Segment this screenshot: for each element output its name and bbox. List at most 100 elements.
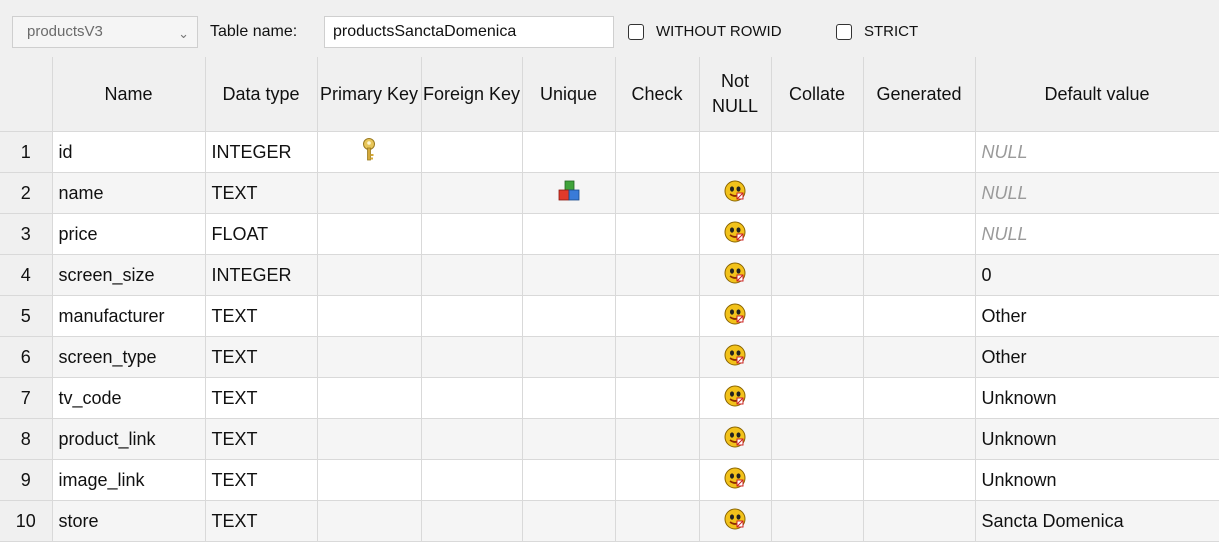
field-name-cell[interactable]: screen_size	[52, 254, 206, 296]
data-type-cell[interactable]: INTEGER	[205, 254, 318, 296]
table-row[interactable]: 7 tv_code TEXT Unknown	[0, 377, 1219, 419]
check-cell[interactable]	[615, 172, 700, 214]
field-name-cell[interactable]: tv_code	[52, 377, 206, 419]
header-name[interactable]: Name	[52, 57, 206, 132]
primary-key-cell[interactable]	[317, 500, 422, 542]
data-type-cell[interactable]: TEXT	[205, 418, 318, 460]
generated-cell[interactable]	[863, 377, 976, 419]
generated-cell[interactable]	[863, 172, 976, 214]
foreign-key-cell[interactable]	[421, 418, 523, 460]
generated-cell[interactable]	[863, 295, 976, 337]
foreign-key-cell[interactable]	[421, 213, 523, 255]
row-number[interactable]: 1	[0, 131, 53, 173]
field-name-cell[interactable]: id	[52, 131, 206, 173]
table-row[interactable]: 8 product_link TEXT Unknown	[0, 418, 1219, 460]
not-null-cell[interactable]	[699, 459, 772, 501]
check-cell[interactable]	[615, 377, 700, 419]
collate-cell[interactable]	[771, 418, 864, 460]
not-null-cell[interactable]	[699, 213, 772, 255]
table-row[interactable]: 4 screen_size INTEGER 0	[0, 254, 1219, 296]
generated-cell[interactable]	[863, 459, 976, 501]
data-type-cell[interactable]: TEXT	[205, 377, 318, 419]
primary-key-cell[interactable]	[317, 295, 422, 337]
default-value-cell[interactable]: Unknown	[975, 459, 1219, 501]
data-type-cell[interactable]: TEXT	[205, 172, 318, 214]
not-null-cell[interactable]	[699, 377, 772, 419]
collate-cell[interactable]	[771, 500, 864, 542]
field-name-cell[interactable]: manufacturer	[52, 295, 206, 337]
unique-cell[interactable]	[522, 500, 616, 542]
data-type-cell[interactable]: TEXT	[205, 459, 318, 501]
not-null-cell[interactable]	[699, 336, 772, 378]
field-name-cell[interactable]: name	[52, 172, 206, 214]
row-number[interactable]: 5	[0, 295, 53, 337]
check-cell[interactable]	[615, 418, 700, 460]
default-value-cell[interactable]: 0	[975, 254, 1219, 296]
strict-checkbox[interactable]	[836, 24, 852, 40]
default-value-cell[interactable]: Other	[975, 295, 1219, 337]
data-type-cell[interactable]: INTEGER	[205, 131, 318, 173]
primary-key-cell[interactable]	[317, 213, 422, 255]
not-null-cell[interactable]	[699, 172, 772, 214]
table-name-input[interactable]	[324, 16, 614, 48]
header-data-type[interactable]: Data type	[205, 57, 318, 132]
check-cell[interactable]	[615, 500, 700, 542]
collate-cell[interactable]	[771, 459, 864, 501]
primary-key-cell[interactable]	[317, 172, 422, 214]
generated-cell[interactable]	[863, 418, 976, 460]
unique-cell[interactable]	[522, 172, 616, 214]
default-value-cell[interactable]: Unknown	[975, 418, 1219, 460]
foreign-key-cell[interactable]	[421, 172, 523, 214]
collate-cell[interactable]	[771, 131, 864, 173]
default-value-cell[interactable]: Unknown	[975, 377, 1219, 419]
field-name-cell[interactable]: screen_type	[52, 336, 206, 378]
unique-cell[interactable]	[522, 336, 616, 378]
row-number[interactable]: 10	[0, 500, 53, 542]
header-foreign-key[interactable]: Foreign Key	[421, 57, 523, 132]
without-rowid-checkbox[interactable]	[628, 24, 644, 40]
generated-cell[interactable]	[863, 131, 976, 173]
table-row[interactable]: 6 screen_type TEXT Other	[0, 336, 1219, 378]
collate-cell[interactable]	[771, 254, 864, 296]
primary-key-cell[interactable]	[317, 377, 422, 419]
header-generated[interactable]: Generated	[863, 57, 976, 132]
check-cell[interactable]	[615, 295, 700, 337]
table-row[interactable]: 2 name TEXT NULL	[0, 172, 1219, 214]
foreign-key-cell[interactable]	[421, 500, 523, 542]
check-cell[interactable]	[615, 459, 700, 501]
foreign-key-cell[interactable]	[421, 377, 523, 419]
generated-cell[interactable]	[863, 500, 976, 542]
check-cell[interactable]	[615, 254, 700, 296]
foreign-key-cell[interactable]	[421, 254, 523, 296]
field-name-cell[interactable]: product_link	[52, 418, 206, 460]
not-null-cell[interactable]	[699, 131, 772, 173]
default-value-cell[interactable]: NULL	[975, 213, 1219, 255]
generated-cell[interactable]	[863, 213, 976, 255]
not-null-cell[interactable]	[699, 254, 772, 296]
check-cell[interactable]	[615, 213, 700, 255]
unique-cell[interactable]	[522, 459, 616, 501]
data-type-cell[interactable]: FLOAT	[205, 213, 318, 255]
header-primary-key[interactable]: Primary Key	[317, 57, 422, 132]
default-value-cell[interactable]: Other	[975, 336, 1219, 378]
not-null-cell[interactable]	[699, 295, 772, 337]
field-name-cell[interactable]: price	[52, 213, 206, 255]
header-unique[interactable]: Unique	[522, 57, 616, 132]
unique-cell[interactable]	[522, 213, 616, 255]
collate-cell[interactable]	[771, 295, 864, 337]
default-value-cell[interactable]: NULL	[975, 131, 1219, 173]
table-row[interactable]: 9 image_link TEXT Unknown	[0, 459, 1219, 501]
schema-select[interactable]: productsV3 ⌄	[12, 16, 198, 48]
unique-cell[interactable]	[522, 418, 616, 460]
collate-cell[interactable]	[771, 377, 864, 419]
header-collate[interactable]: Collate	[771, 57, 864, 132]
unique-cell[interactable]	[522, 295, 616, 337]
field-name-cell[interactable]: image_link	[52, 459, 206, 501]
table-row[interactable]: 10 store TEXT Sancta Domenica	[0, 500, 1219, 542]
foreign-key-cell[interactable]	[421, 295, 523, 337]
row-number[interactable]: 3	[0, 213, 53, 255]
foreign-key-cell[interactable]	[421, 459, 523, 501]
header-default-value[interactable]: Default value	[975, 57, 1219, 132]
collate-cell[interactable]	[771, 172, 864, 214]
row-number[interactable]: 8	[0, 418, 53, 460]
